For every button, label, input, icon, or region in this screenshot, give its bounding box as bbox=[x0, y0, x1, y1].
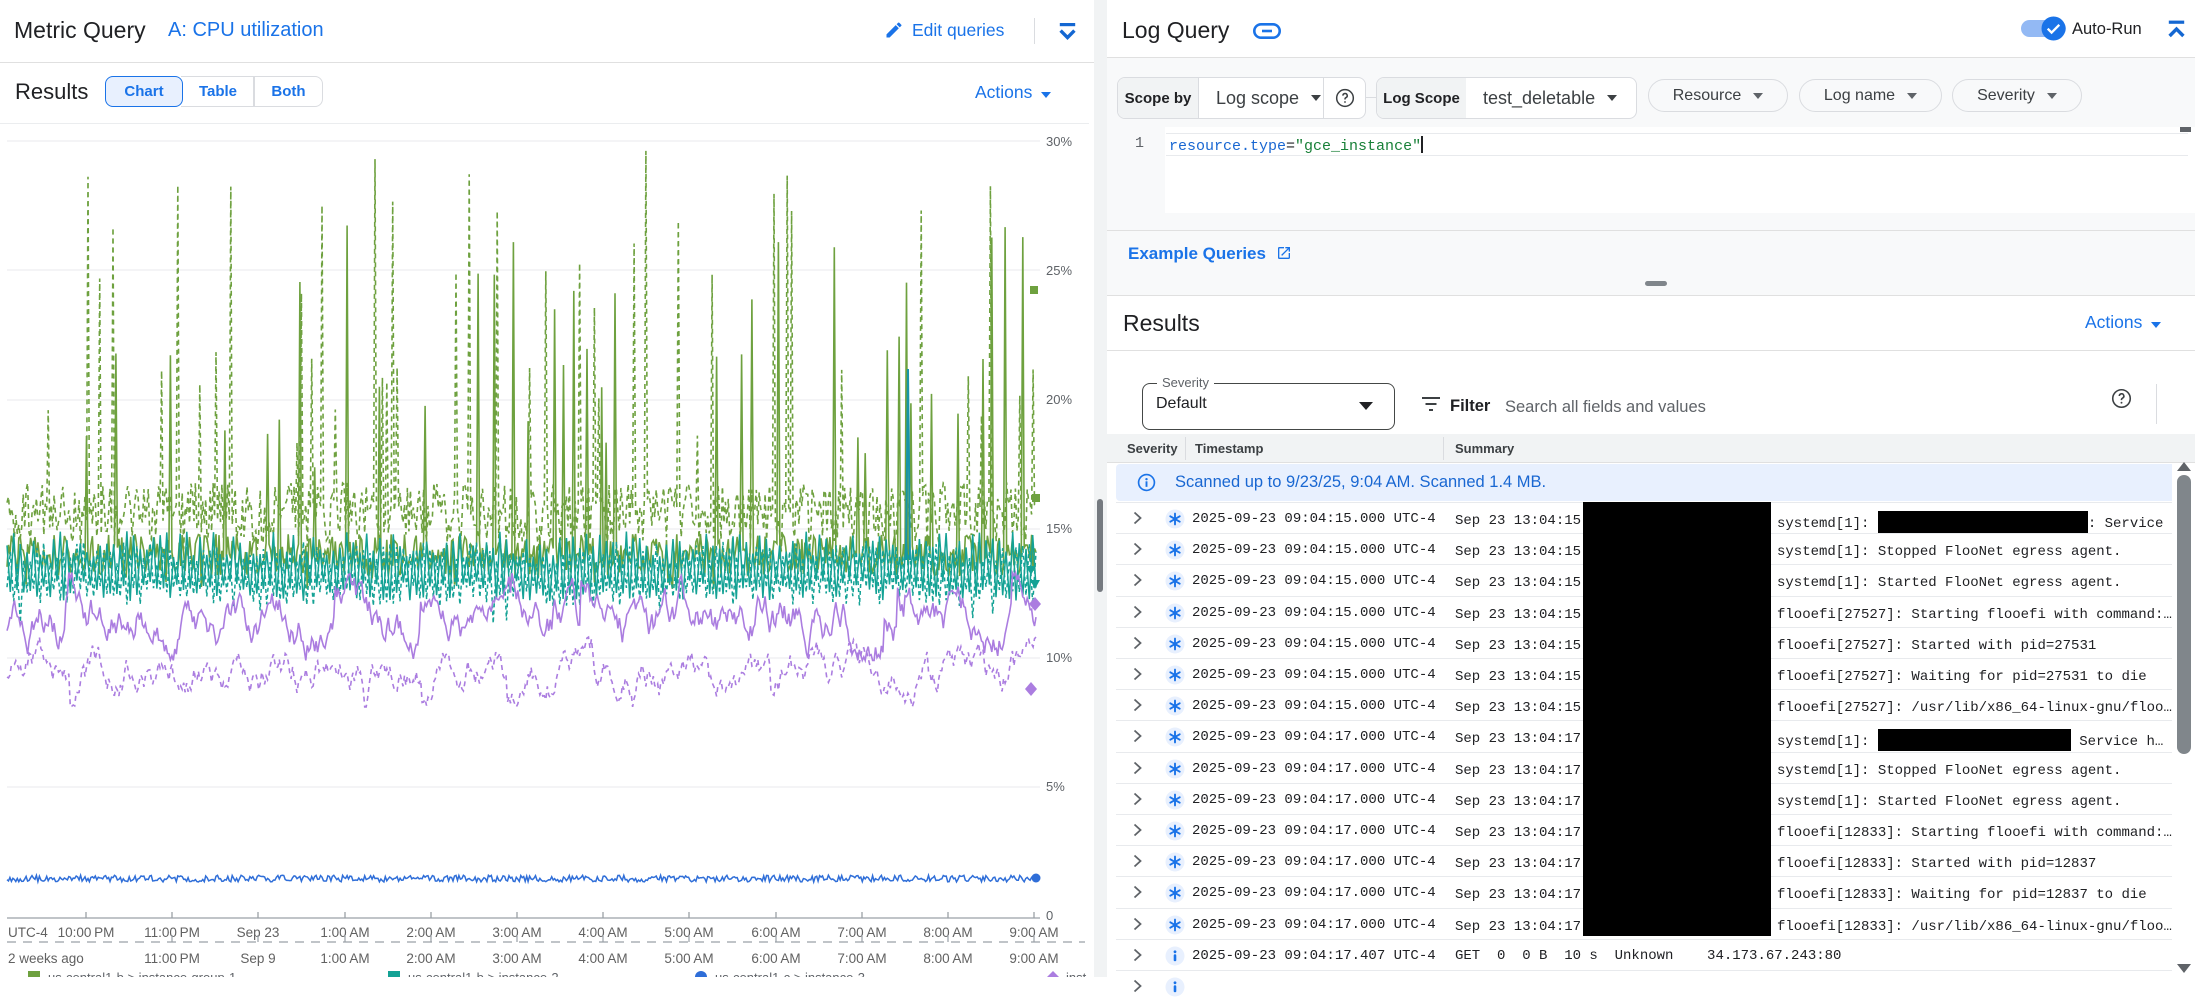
svg-text:0: 0 bbox=[1046, 908, 1053, 923]
svg-text:3:00 AM: 3:00 AM bbox=[492, 951, 541, 966]
svg-text:8:00 AM: 8:00 AM bbox=[923, 951, 972, 966]
svg-text:5:00 AM: 5:00 AM bbox=[664, 951, 713, 966]
svg-text:10:00 PM: 10:00 PM bbox=[58, 925, 115, 940]
svg-text:5%: 5% bbox=[1046, 779, 1065, 794]
svg-text:15%: 15% bbox=[1046, 521, 1072, 536]
svg-text:UTC-4: UTC-4 bbox=[8, 925, 48, 940]
svg-text:25%: 25% bbox=[1046, 263, 1072, 278]
svg-text:1:00 AM: 1:00 AM bbox=[320, 951, 369, 966]
svg-text:7:00 AM: 7:00 AM bbox=[837, 951, 886, 966]
svg-text:2:00 AM: 2:00 AM bbox=[406, 951, 455, 966]
svg-text:4:00 AM: 4:00 AM bbox=[578, 951, 627, 966]
svg-text:10%: 10% bbox=[1046, 650, 1072, 665]
svg-text:us-central1-b > instance-2: us-central1-b > instance-2 bbox=[408, 970, 559, 977]
svg-text:9:00 AM: 9:00 AM bbox=[1009, 951, 1058, 966]
svg-text:inst: inst bbox=[1066, 970, 1087, 977]
svg-text:11:00 PM: 11:00 PM bbox=[144, 951, 200, 966]
svg-text:us-central1-c > instance-3: us-central1-c > instance-3 bbox=[715, 970, 865, 977]
svg-text:Sep 9: Sep 9 bbox=[240, 951, 275, 966]
svg-text:2 weeks ago: 2 weeks ago bbox=[8, 951, 84, 966]
svg-text:20%: 20% bbox=[1046, 392, 1072, 407]
svg-text:6:00 AM: 6:00 AM bbox=[751, 951, 800, 966]
svg-text:30%: 30% bbox=[1046, 134, 1072, 149]
svg-text:us-central1-b > instance-group: us-central1-b > instance-group-1 bbox=[48, 970, 236, 977]
